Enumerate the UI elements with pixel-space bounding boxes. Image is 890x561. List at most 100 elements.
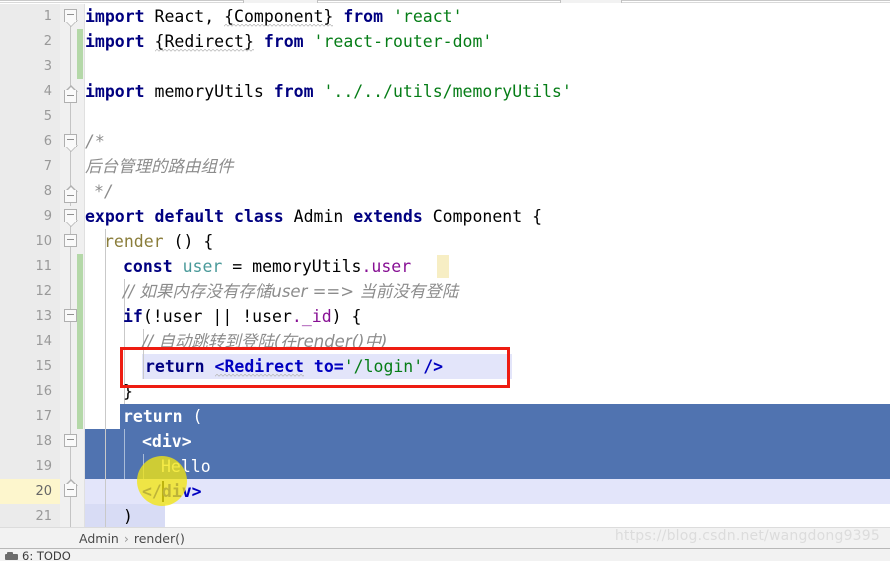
token-equals: = [232,257,243,276]
tool-window-button-todo[interactable]: 6: TODO [22,550,71,561]
tool-window-bar: 6: TODO [0,548,890,561]
watermark-text: https://blog.csdn.net/wangdong9395 [614,528,880,544]
token-react-module: 'react' [393,7,463,26]
token-component: Component [432,207,523,226]
line-number: 21 [35,509,52,524]
token-parens: () [173,232,194,251]
line-number: 18 [35,434,52,449]
code-line-6[interactable]: /* [85,129,105,154]
token-paren-open: ( [192,407,203,426]
token-render: render [104,232,164,251]
token-brace-open: { [203,232,214,251]
token-const: const [123,257,173,276]
token-if: if [123,307,143,326]
line-number: 2 [43,34,52,49]
top-border-line [0,0,890,1]
occurrence-highlight [437,255,449,278]
token-div-open: <div> [142,432,192,451]
line-number: 15 [35,359,52,374]
selection-band-line-18 [85,429,890,454]
fold-marker-line-6[interactable] [63,134,78,152]
line-number: 5 [43,109,52,124]
token-block-comment-body: 后台管理的路由组件 [85,157,234,176]
token-router-module: 'react-router-dom' [313,32,493,51]
vcs-change-bar[interactable] [77,279,83,429]
token-component-import: {Component} [224,7,334,26]
token-import: import [85,82,145,101]
line-number: 12 [35,284,52,299]
indent-guide [105,229,106,527]
code-line-4[interactable]: import memoryUtils from '../../utils/mem… [85,79,572,104]
code-line-9[interactable]: export default class Admin extends Compo… [85,204,542,229]
code-line-7[interactable]: 后台管理的路由组件 [85,154,234,179]
code-line-10[interactable]: render () { [104,229,213,254]
token-memoryutils-path: '../../utils/memoryUtils' [323,82,572,101]
vcs-change-bar[interactable] [77,254,83,279]
editor-tab-stub-1[interactable] [243,0,318,3]
fold-marker-line-10[interactable] [64,234,78,248]
token-class: class [234,207,284,226]
fold-marker-line-1[interactable] [63,9,78,27]
line-number: 6 [43,134,52,149]
code-line-12[interactable]: // 如果内存没有存储user ==> 当前没有登陆 [123,279,458,304]
token-block-comment-open: /* [85,132,105,151]
token-react: React [154,7,205,26]
token-underscore-id: ._id [291,307,332,326]
selection-band-line-17 [120,404,890,429]
code-content[interactable]: import React, {Component} from 'react' i… [85,4,890,527]
line-number: 11 [35,259,52,274]
token-admin: Admin [293,207,344,226]
fold-marker-line-8[interactable] [64,185,78,204]
token-memoryutils: memoryUtils [252,257,362,276]
vcs-change-bar[interactable] [77,29,83,79]
line-number-current: 20 [35,484,52,499]
fold-marker-line-13[interactable] [64,309,78,323]
code-line-2[interactable]: import {Redirect} from 'react-router-dom… [85,29,492,54]
breadcrumb-item-class[interactable]: Admin [79,531,119,546]
breadcrumb[interactable]: Admin › render() [79,528,185,549]
line-number: 16 [35,384,52,399]
token-dot-user: .user [361,257,412,276]
editor-tab-stub-2[interactable] [560,0,622,3]
code-line-21[interactable]: ) [123,504,133,527]
line-number: 8 [43,184,52,199]
line-number: 7 [43,159,52,174]
token-import: import [85,32,145,51]
token-not-user: (!user || !user [142,307,292,326]
token-comment-line-12: // 如果内存没有存储user ==> 当前没有登陆 [123,282,459,301]
line-number: 10 [35,234,52,249]
token-return: return [123,407,183,426]
editor-window: 1 2 3 4 5 6 7 8 9 10 11 12 13 14 15 16 1… [0,0,890,561]
fold-marker-line-20[interactable] [64,479,78,498]
code-line-17[interactable]: return ( [123,404,202,429]
token-from: from [263,32,304,51]
code-line-18[interactable]: <div> [142,429,192,454]
fold-connector [70,16,71,206]
code-editor[interactable]: 1 2 3 4 5 6 7 8 9 10 11 12 13 14 15 16 1… [0,4,890,527]
breadcrumb-item-method[interactable]: render() [134,531,185,546]
fold-marker-line-4[interactable] [64,85,78,104]
todo-icon [5,552,18,560]
line-number: 14 [35,334,52,349]
breadcrumb-separator-icon: › [123,531,129,546]
fold-marker-line-9[interactable] [63,209,78,227]
fold-marker-line-18[interactable] [64,434,78,448]
code-line-8[interactable]: */ [94,179,114,204]
code-line-11[interactable]: const user = memoryUtils.user [123,254,411,279]
token-brace-open: { [532,207,543,226]
code-line-13[interactable]: if(!user || !user._id) { [123,304,361,329]
line-number: 9 [43,209,52,224]
token-user-var: user [182,257,223,276]
line-number: 4 [43,84,52,99]
annotation-red-box [120,347,510,388]
top-border-line-2 [0,2,890,3]
current-line-highlight [85,479,890,504]
token-export: export [85,207,145,226]
code-line-1[interactable]: import React, {Component} from 'react' [85,4,463,29]
line-number: 13 [35,309,52,324]
line-number: 3 [43,59,52,74]
token-memoryutils: memoryUtils [154,82,264,101]
click-marker-icon [137,456,187,506]
token-from: from [273,82,314,101]
token-block-comment-close: */ [94,182,114,201]
